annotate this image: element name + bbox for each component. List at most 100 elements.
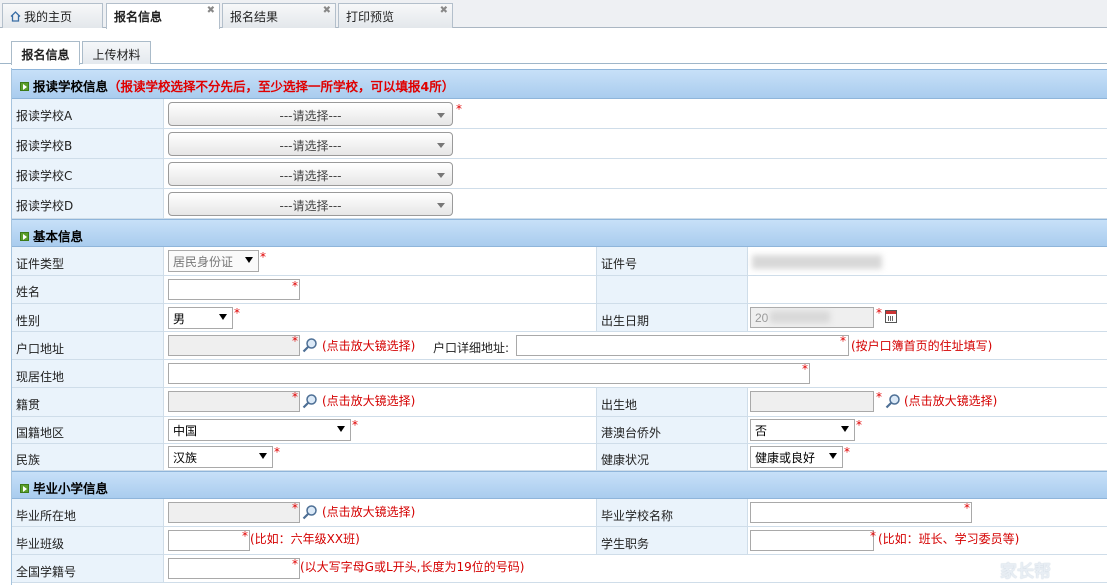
- nationality-select[interactable]: 中国: [168, 419, 351, 441]
- field-label: 报读学校D: [12, 189, 164, 218]
- field-label: 毕业班级: [12, 527, 164, 554]
- calendar-icon[interactable]: [885, 310, 897, 323]
- section-note: （报读学校选择不分先后，至少选择一所学校，可以填报4所）: [108, 79, 455, 94]
- chevron-down-icon: [437, 113, 445, 118]
- hukou-detail-hint: (按户口簿首页的住址填写): [851, 339, 993, 353]
- graduation-class-input[interactable]: [168, 530, 250, 551]
- select-value: 否: [755, 424, 768, 438]
- school-c-select[interactable]: ---请选择---: [168, 162, 453, 186]
- gender-select[interactable]: 男: [168, 307, 233, 329]
- section-header-primary: 毕业小学信息: [12, 471, 1107, 499]
- required-mark: *: [274, 445, 280, 459]
- field-label: 出生日期: [596, 304, 748, 331]
- close-icon[interactable]: ✖: [440, 5, 448, 16]
- select-value: 居民身份证: [173, 255, 234, 269]
- hukou-detail-input[interactable]: [516, 335, 849, 356]
- row-name: 姓名 *: [12, 276, 1107, 304]
- arrow-icon: [20, 82, 29, 91]
- field-label: 国籍地区: [12, 417, 164, 443]
- required-mark: *: [292, 390, 298, 404]
- required-mark: *: [870, 529, 876, 543]
- residence-input[interactable]: [168, 363, 810, 384]
- tab-registration-result[interactable]: 报名结果 ✖: [222, 3, 336, 28]
- close-icon[interactable]: ✖: [323, 5, 331, 16]
- birthplace-input[interactable]: [750, 391, 874, 412]
- registration-form: 报读学校信息（报读学校选择不分先后，至少选择一所学校，可以填报4所） 报读学校A…: [11, 68, 1107, 585]
- health-select[interactable]: 健康或良好: [750, 446, 843, 468]
- magnify-hint: (点击放大镜选择): [322, 339, 416, 353]
- chevron-down-icon: [245, 257, 253, 263]
- graduation-location-input[interactable]: [168, 502, 300, 523]
- chevron-down-icon: [437, 203, 445, 208]
- field-label: 民族: [12, 444, 164, 470]
- section-header-basic: 基本信息: [12, 219, 1107, 247]
- hukou-address-input[interactable]: [168, 335, 300, 356]
- close-icon[interactable]: ✖: [207, 5, 215, 16]
- school-a-select[interactable]: ---请选择---: [168, 102, 453, 126]
- student-number-input[interactable]: [168, 558, 300, 579]
- magnifier-icon[interactable]: [885, 393, 901, 409]
- required-mark: *: [840, 334, 846, 348]
- field-label: 籍贯: [12, 388, 164, 416]
- chevron-down-icon: [829, 453, 837, 459]
- required-mark: *: [292, 501, 298, 515]
- native-place-input[interactable]: [168, 391, 300, 412]
- class-hint: (比如：六年级XX班): [250, 532, 360, 546]
- required-mark: *: [352, 418, 358, 432]
- magnify-hint: (点击放大镜选择): [322, 505, 416, 519]
- row-id: 证件类型 居民身份证 * 证件号: [12, 247, 1107, 276]
- school-row-b: 报读学校B ---请选择---: [12, 129, 1107, 159]
- select-value: 汉族: [173, 451, 198, 465]
- section-header-school: 报读学校信息（报读学校选择不分先后，至少选择一所学校，可以填报4所）: [12, 69, 1107, 99]
- field-label: 户口地址: [12, 332, 164, 359]
- school-row-a: 报读学校A ---请选择--- *: [12, 99, 1107, 129]
- chevron-down-icon: [437, 143, 445, 148]
- name-input[interactable]: [168, 279, 300, 300]
- field-label: 报读学校A: [12, 99, 164, 128]
- required-mark: *: [964, 501, 970, 515]
- watermark-logo: 家长帮: [1000, 562, 1051, 582]
- select-value: 中国: [173, 424, 198, 438]
- field-label: 学生职务: [596, 527, 748, 554]
- required-mark: *: [876, 306, 882, 320]
- magnifier-icon[interactable]: [302, 504, 318, 520]
- field-label: 出生地: [596, 388, 748, 416]
- school-d-select[interactable]: ---请选择---: [168, 192, 453, 216]
- overseas-select[interactable]: 否: [750, 419, 855, 441]
- tab-registration-info[interactable]: 报名信息 ✖: [106, 3, 220, 29]
- field-label: 健康状况: [596, 444, 748, 470]
- sub-tab-bar: 报名信息 上传材料: [0, 38, 1107, 65]
- primary-school-name-input[interactable]: [750, 502, 972, 523]
- row-hukou: 户口地址 * (点击放大镜选择) 户口详细地址: * (按户口簿首页的住址填写): [12, 332, 1107, 360]
- tab-registration-result-label: 报名结果: [230, 10, 279, 24]
- chevron-down-icon: [337, 426, 345, 432]
- subtab-upload-materials[interactable]: 上传材料: [82, 41, 151, 64]
- select-value: ---请选择---: [279, 199, 342, 213]
- select-value: ---请选择---: [279, 109, 342, 123]
- tab-home[interactable]: 我的主页: [2, 3, 103, 28]
- magnifier-icon[interactable]: [302, 393, 318, 409]
- subtab-registration-info[interactable]: 报名信息: [11, 41, 80, 65]
- student-number-hint: (以大写字母G或L开头,长度为19位的号码): [300, 560, 525, 574]
- required-mark: *: [456, 102, 462, 116]
- duty-hint: (比如：班长、学习委员等): [878, 532, 1020, 546]
- field-label: 性别: [12, 304, 164, 331]
- ethnicity-select[interactable]: 汉族: [168, 446, 273, 468]
- chevron-down-icon: [437, 173, 445, 178]
- chevron-down-icon: [219, 314, 227, 320]
- tab-print-preview[interactable]: 打印预览 ✖: [338, 3, 453, 28]
- select-value: ---请选择---: [279, 139, 342, 153]
- arrow-icon: [20, 484, 29, 493]
- school-b-select[interactable]: ---请选择---: [168, 132, 453, 156]
- section-title: 毕业小学信息: [33, 481, 109, 496]
- required-mark: *: [856, 418, 862, 432]
- tab-print-preview-label: 打印预览: [346, 10, 395, 24]
- required-mark: *: [260, 250, 266, 264]
- select-value: 健康或良好: [755, 451, 816, 465]
- top-tab-bar: 我的主页 报名信息 ✖ 报名结果 ✖ 打印预览 ✖: [0, 0, 1107, 29]
- row-ethnicity: 民族 汉族 * 健康状况 健康或良好 *: [12, 444, 1107, 471]
- id-type-select[interactable]: 居民身份证: [168, 250, 259, 272]
- magnifier-icon[interactable]: [302, 337, 318, 353]
- hukou-detail-label: 户口详细地址:: [433, 341, 510, 355]
- student-duty-input[interactable]: [750, 530, 874, 551]
